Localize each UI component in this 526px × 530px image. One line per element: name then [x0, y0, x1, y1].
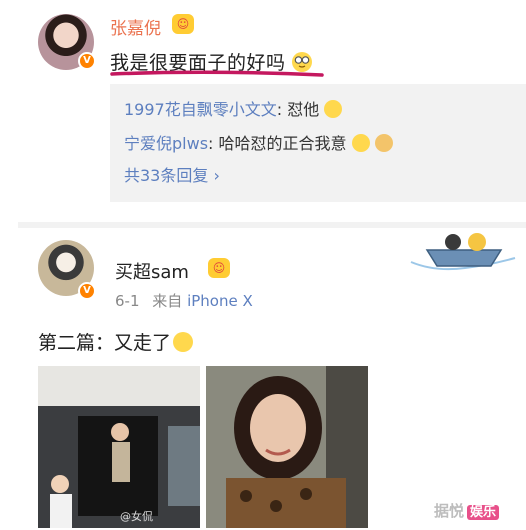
cat-emoji-icon: [324, 100, 343, 118]
site-watermark: 据悦 娱乐: [434, 500, 500, 521]
reply-item[interactable]: 1997花自飘零小文文: 怼他: [124, 96, 343, 120]
comment-card: V 张嘉倪 ☺ 我是很要面子的好吗 1997花自飘零小文文: 怼他 宁爱倪plw…: [0, 0, 526, 222]
image-watermark: @女侃: [120, 510, 153, 523]
member-face-icon: ☺: [208, 258, 230, 278]
reply-user[interactable]: 宁爱倪plws: [124, 134, 208, 153]
comment-author-name[interactable]: 张嘉倪: [110, 14, 161, 39]
post-source[interactable]: iPhone X: [187, 292, 253, 310]
post-text: 第二篇：又走了: [38, 328, 194, 355]
reply-text: : 哈哈怼的正合我意: [208, 134, 347, 153]
post-author-name[interactable]: 买超sam: [115, 258, 189, 284]
post-photo-2[interactable]: [206, 366, 368, 528]
post-photo-1[interactable]: [38, 366, 200, 528]
member-face-icon: ☺: [172, 14, 194, 34]
verified-badge-icon: V: [78, 52, 96, 70]
reply-box: 1997花自飘零小文文: 怼他 宁爱倪plws: 哈哈怼的正合我意 共33条回复…: [110, 84, 526, 202]
weibo-post: V 买超sam ☺ 6-1 来自 iPhone X 第二篇：又走了 @女侃: [0, 228, 526, 530]
laugh-cry-emoji-icon: [351, 134, 370, 152]
post-date: 6-1: [115, 292, 140, 310]
marker-underline: [110, 70, 324, 77]
reply-item[interactable]: 宁爱倪plws: 哈哈怼的正合我意: [124, 130, 393, 154]
post-text-body: 第二篇：又走了: [38, 332, 172, 354]
reply-user[interactable]: 1997花自飘零小文文: [124, 100, 277, 119]
post-from-label: 来自: [152, 292, 183, 310]
doge-emoji-icon: [374, 134, 393, 152]
more-replies-link[interactable]: 共33条回复 ›: [124, 162, 220, 186]
verified-badge-icon: V: [78, 282, 96, 300]
post-meta: 6-1 来自 iPhone X: [115, 290, 253, 311]
reply-text: : 怼他: [276, 100, 320, 119]
watermark-prefix: 据悦: [434, 502, 465, 520]
smile-emoji-icon: [173, 332, 194, 352]
watermark-highlight: 娱乐: [467, 505, 500, 520]
